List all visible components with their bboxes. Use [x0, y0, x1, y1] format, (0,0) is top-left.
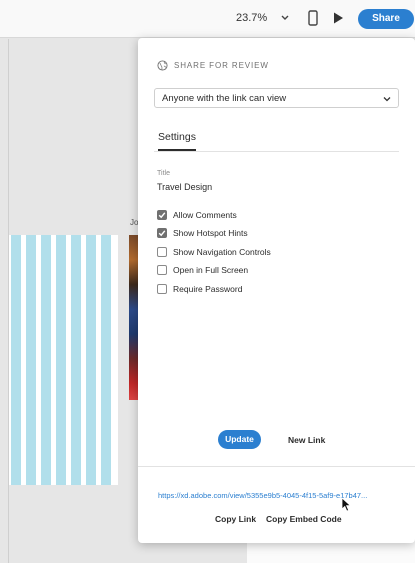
share-button[interactable]: Share: [358, 9, 414, 29]
new-link-button[interactable]: New Link: [288, 435, 325, 445]
artboard-layout-grid[interactable]: [9, 235, 118, 485]
chevron-down-icon: [383, 97, 391, 102]
checkbox-label: Allow Comments: [173, 210, 237, 220]
tab-divider: [154, 151, 399, 152]
globe-icon: [157, 59, 168, 71]
zoom-level[interactable]: 23.7%: [236, 12, 267, 24]
panel-title: SHARE FOR REVIEW: [174, 60, 269, 70]
option-require-password[interactable]: Require Password: [157, 283, 242, 295]
play-icon[interactable]: [331, 11, 345, 25]
checkbox-unchecked[interactable]: [157, 265, 167, 275]
title-field[interactable]: Travel Design: [157, 182, 212, 192]
link-access-dropdown[interactable]: Anyone with the link can view: [154, 88, 399, 108]
top-toolbar: 23.7% Share: [0, 0, 415, 38]
share-for-review-panel: SHARE FOR REVIEW Anyone with the link ca…: [138, 38, 415, 543]
checkbox-checked[interactable]: [157, 210, 167, 220]
grid-column: [11, 235, 21, 485]
grid-column: [86, 235, 96, 485]
checkbox-unchecked[interactable]: [157, 284, 167, 294]
grid-column: [41, 235, 51, 485]
grid-column: [101, 235, 111, 485]
checkbox-label: Show Navigation Controls: [173, 247, 271, 257]
phone-icon[interactable]: [306, 10, 320, 26]
chevron-down-icon[interactable]: [279, 10, 291, 24]
copy-embed-code-button[interactable]: Copy Embed Code: [266, 514, 342, 524]
link-access-value: Anyone with the link can view: [162, 93, 287, 104]
option-show-hotspot-hints[interactable]: Show Hotspot Hints: [157, 227, 248, 239]
checkbox-checked[interactable]: [157, 228, 167, 238]
option-open-in-full-screen[interactable]: Open in Full Screen: [157, 264, 248, 276]
panel-header: SHARE FOR REVIEW: [157, 58, 269, 72]
checkmark-icon: [158, 212, 166, 219]
checkbox-label: Show Hotspot Hints: [173, 228, 248, 238]
grid-column: [56, 235, 66, 485]
checkbox-label: Open in Full Screen: [173, 265, 249, 275]
mouse-cursor-icon: [341, 497, 352, 512]
option-show-navigation-controls[interactable]: Show Navigation Controls: [157, 246, 271, 258]
share-url-link[interactable]: https://xd.adobe.com/view/5355e9b5-4045-…: [158, 491, 396, 500]
option-allow-comments[interactable]: Allow Comments: [157, 209, 237, 221]
title-field-label: Title: [157, 170, 170, 177]
tab-settings[interactable]: Settings: [158, 131, 196, 151]
update-button[interactable]: Update: [218, 430, 261, 449]
checkbox-unchecked[interactable]: [157, 247, 167, 257]
checkmark-icon: [158, 230, 166, 237]
footer-divider: [138, 466, 415, 467]
grid-column: [26, 235, 36, 485]
copy-link-button[interactable]: Copy Link: [215, 514, 256, 524]
checkbox-label: Require Password: [173, 284, 243, 294]
grid-column: [71, 235, 81, 485]
